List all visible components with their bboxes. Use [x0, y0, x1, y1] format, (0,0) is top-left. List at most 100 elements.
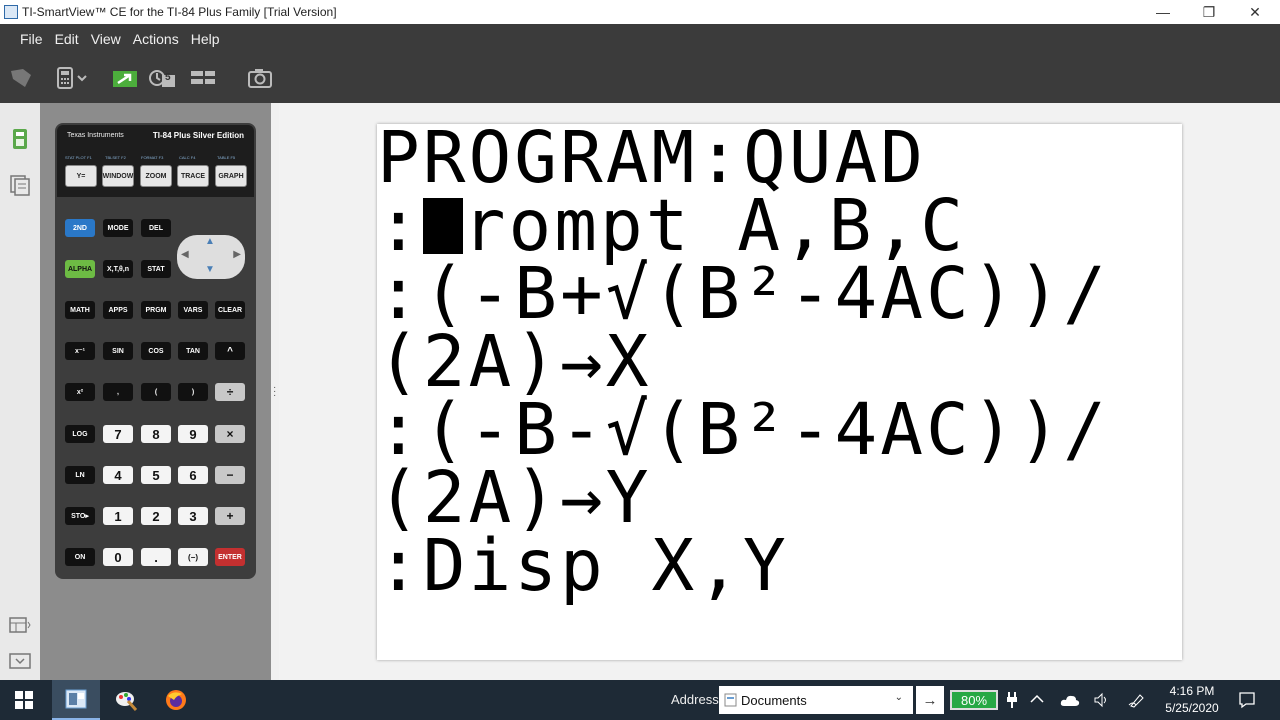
key-right-paren[interactable]: ) — [178, 383, 208, 401]
key-negative[interactable]: (−) — [178, 548, 208, 566]
onedrive-cloud-icon[interactable] — [1060, 693, 1080, 707]
text-cursor — [422, 198, 463, 254]
history-icon[interactable]: 5 — [147, 67, 177, 89]
key-power[interactable]: ^ — [215, 342, 245, 360]
key-decimal[interactable]: . — [141, 548, 171, 566]
key-add[interactable]: + — [215, 507, 245, 525]
calculator-view-icon[interactable] — [9, 128, 31, 150]
arrow-left-icon[interactable]: ◀ — [181, 249, 189, 260]
key-clear[interactable]: CLEAR — [215, 301, 245, 319]
close-button[interactable]: ✕ — [1232, 0, 1278, 24]
camera-icon[interactable] — [247, 67, 273, 89]
key-5[interactable]: 5 — [141, 466, 171, 484]
key-apps[interactable]: APPS — [103, 301, 133, 319]
battery-indicator: 80% — [950, 690, 998, 710]
menu-view[interactable]: View — [91, 31, 121, 47]
chevron-up-icon[interactable] — [1030, 694, 1044, 704]
menu-actions[interactable]: Actions — [133, 31, 179, 47]
key-ln[interactable]: LN — [65, 466, 95, 484]
address-dropdown-icon[interactable]: ⌄ — [895, 692, 903, 703]
screen-line-1: PROGRAM:QUAD — [377, 124, 926, 199]
firefox-taskbar-icon[interactable] — [152, 680, 200, 720]
address-bar[interactable]: Documents ⌄ — [719, 686, 913, 714]
key-divide[interactable]: ÷ — [215, 383, 245, 401]
key-xt-theta-n[interactable]: X,T,θ,n — [103, 260, 133, 278]
documents-view-icon[interactable] — [9, 174, 31, 196]
menu-file[interactable]: File — [20, 31, 43, 47]
key-log[interactable]: LOG — [65, 425, 95, 443]
key-stat[interactable]: STAT — [141, 260, 171, 278]
calculator-dropdown-icon[interactable] — [54, 67, 90, 89]
minimize-button[interactable]: — — [1140, 0, 1186, 24]
key-label-f4: CALC F4 — [179, 155, 196, 160]
calculator-header: Texas Instruments TI-84 Plus Silver Edit… — [57, 125, 254, 197]
key-tan[interactable]: TAN — [178, 342, 208, 360]
key-3[interactable]: 3 — [178, 507, 208, 525]
key-vars[interactable]: VARS — [178, 301, 208, 319]
key-mode[interactable]: MODE — [103, 219, 133, 237]
key-y-equals[interactable]: Y= — [65, 165, 97, 187]
clock-date: 5/25/2020 — [1165, 701, 1219, 715]
key-0[interactable]: 0 — [103, 548, 133, 566]
calculator-brand: Texas Instruments — [67, 132, 124, 139]
key-sin[interactable]: SIN — [103, 342, 133, 360]
clock[interactable]: 4:16 PM 5/25/2020 — [1154, 683, 1230, 717]
menu-bar: File Edit View Actions Help — [0, 24, 1280, 53]
key-square[interactable]: x² — [65, 383, 95, 401]
menu-edit[interactable]: Edit — [55, 31, 79, 47]
screen-line-7: :Disp X,Y — [377, 524, 789, 607]
key-inverse[interactable]: x⁻¹ — [65, 342, 95, 360]
power-plug-icon — [1007, 692, 1017, 708]
key-2nd[interactable]: 2ND — [65, 219, 95, 237]
notifications-icon[interactable] — [1238, 691, 1256, 709]
panel-toggle-icon[interactable] — [9, 614, 31, 636]
screen-line-4: (2A)→X — [377, 320, 652, 403]
key-on[interactable]: ON — [65, 548, 95, 566]
arrow-right-icon[interactable]: ▶ — [233, 249, 241, 260]
key-graph[interactable]: GRAPH — [215, 165, 247, 187]
layout-icon[interactable] — [190, 67, 216, 89]
window-title: TI-SmartView™ CE for the TI-84 Plus Fami… — [22, 5, 337, 19]
key-zoom[interactable]: ZOOM — [140, 165, 172, 187]
key-4[interactable]: 4 — [103, 466, 133, 484]
key-enter[interactable]: ENTER — [215, 548, 245, 566]
key-7[interactable]: 7 — [103, 425, 133, 443]
panel-expand-icon[interactable] — [9, 650, 31, 672]
send-to-calculator-icon[interactable] — [112, 67, 138, 89]
taskbar: Address Documents ⌄ → 80% 4:16 PM 5/25/2… — [0, 680, 1280, 720]
pen-workspace-icon[interactable] — [1128, 692, 1146, 708]
key-prgm[interactable]: PRGM — [141, 301, 171, 319]
menu-help[interactable]: Help — [191, 31, 220, 47]
key-subtract[interactable]: − — [215, 466, 245, 484]
address-go-icon[interactable]: → — [916, 686, 944, 714]
splitter-grip-icon[interactable]: · · · — [273, 383, 276, 401]
address-value: Documents — [741, 692, 807, 708]
key-2[interactable]: 2 — [141, 507, 171, 525]
volume-icon[interactable] — [1094, 692, 1110, 708]
key-alpha[interactable]: ALPHA — [65, 260, 95, 278]
key-del[interactable]: DEL — [141, 219, 171, 237]
restore-button[interactable]: ❐ — [1186, 0, 1232, 24]
key-9[interactable]: 9 — [178, 425, 208, 443]
key-comma[interactable]: , — [103, 383, 133, 401]
key-trace[interactable]: TRACE — [177, 165, 209, 187]
title-bar: TI-SmartView™ CE for the TI-84 Plus Fami… — [0, 0, 1280, 24]
paint-taskbar-icon[interactable] — [102, 680, 150, 720]
windows-start-icon[interactable] — [0, 680, 48, 720]
arrow-up-icon[interactable]: ▲ — [205, 236, 215, 247]
ti-smartview-taskbar-icon[interactable] — [52, 680, 100, 720]
arrow-down-icon[interactable]: ▼ — [205, 264, 215, 275]
clock-time: 4:16 PM — [1169, 684, 1215, 698]
ti-logo-icon[interactable] — [8, 67, 34, 89]
key-window[interactable]: WINDOW — [102, 165, 134, 187]
key-8[interactable]: 8 — [141, 425, 171, 443]
key-left-paren[interactable]: ( — [141, 383, 171, 401]
key-6[interactable]: 6 — [178, 466, 208, 484]
screen-line-2: : rompt A,B,C — [377, 190, 966, 261]
key-math[interactable]: MATH — [65, 301, 95, 319]
key-1[interactable]: 1 — [103, 507, 133, 525]
arrow-pad[interactable]: ◀ ▶ ▲ ▼ — [177, 235, 245, 279]
key-multiply[interactable]: × — [215, 425, 245, 443]
key-cos[interactable]: COS — [141, 342, 171, 360]
key-sto[interactable]: STO▸ — [65, 507, 95, 525]
